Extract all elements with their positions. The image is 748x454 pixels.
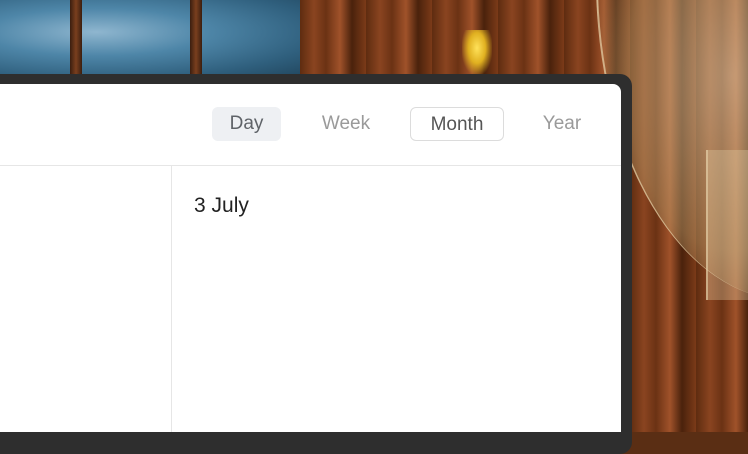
wallpaper-lace-curtain-fold [706,150,748,300]
sidebar-pane [0,166,172,432]
tab-month[interactable]: Month [410,107,504,141]
wallpaper-window-scene [0,0,320,80]
tab-year[interactable]: Year [531,107,593,141]
wallpaper-window-frame [70,0,82,80]
date-heading: 3 July [194,194,249,217]
wallpaper-window-frame [190,0,202,80]
day-view-pane: 3 July [172,166,621,432]
view-switcher-toolbar: Day Week Month Year [0,84,621,166]
tab-week[interactable]: Week [311,107,381,141]
calendar-app: Day Week Month Year 3 July [0,84,621,432]
wallpaper-lamp-glow [462,30,492,75]
tab-day[interactable]: Day [212,107,281,141]
